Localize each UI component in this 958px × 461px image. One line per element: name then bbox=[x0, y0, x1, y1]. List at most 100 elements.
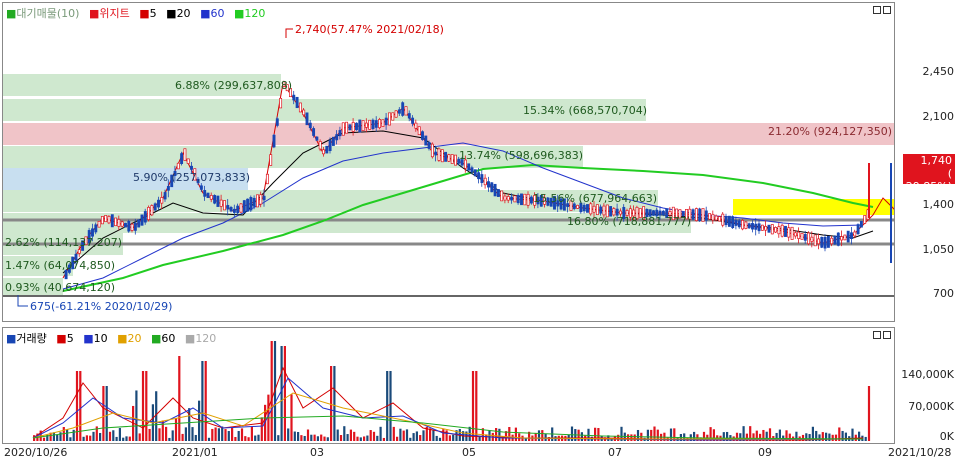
volume-bar bbox=[316, 436, 319, 441]
candle-body bbox=[232, 208, 236, 213]
volume-bar bbox=[297, 431, 300, 441]
candle-body bbox=[341, 122, 345, 136]
legend-ma60[interactable]: ■60 bbox=[200, 7, 227, 20]
vol-ma20-line bbox=[32, 392, 863, 440]
candle-body bbox=[582, 204, 586, 212]
volume-bar bbox=[630, 434, 633, 441]
legend-stoch[interactable]: ■위지트 bbox=[89, 7, 133, 20]
volume-bar bbox=[145, 371, 148, 441]
candle-body bbox=[526, 193, 530, 206]
candle-body bbox=[770, 224, 774, 235]
volume-bar bbox=[326, 437, 329, 441]
volume-tick: 0K bbox=[939, 430, 954, 443]
volume-bar bbox=[201, 361, 204, 441]
low-annotation: 675(-61.21% 2020/10/29) bbox=[30, 300, 172, 313]
volume-bar bbox=[283, 346, 286, 441]
volume-chart-pane[interactable]: ■거래량 ■5 ■10 ■20 ■60 ■120 bbox=[2, 327, 895, 444]
candle-body bbox=[394, 110, 398, 118]
candle-body bbox=[704, 210, 708, 221]
candle-body bbox=[760, 224, 764, 231]
vol-ma60-line bbox=[32, 415, 864, 440]
candle-body bbox=[496, 189, 500, 197]
volume-bar bbox=[471, 371, 475, 441]
volume-bar bbox=[158, 428, 161, 441]
volume-bar bbox=[432, 430, 435, 441]
candle-body bbox=[272, 134, 276, 148]
candle-body bbox=[355, 122, 358, 131]
candle-body bbox=[137, 219, 141, 228]
candle-body bbox=[830, 237, 834, 245]
volume-bar bbox=[818, 434, 821, 441]
volume-bar bbox=[478, 436, 481, 441]
candle-body bbox=[397, 109, 401, 114]
candle-body bbox=[741, 220, 745, 230]
volume-bar bbox=[363, 436, 366, 441]
candle-body bbox=[308, 122, 312, 129]
volume-bar bbox=[82, 436, 85, 441]
legend-vol-ma20[interactable]: ■20 bbox=[117, 332, 144, 345]
candle-body bbox=[239, 203, 243, 213]
candle-body bbox=[694, 208, 698, 221]
volume-bar bbox=[359, 437, 362, 441]
legend-volume[interactable]: ■거래량 bbox=[6, 332, 50, 345]
volume-bar bbox=[356, 436, 359, 441]
candle-body bbox=[183, 148, 187, 161]
price-axis: 2,450 2,100 1,400 1,050 700 1,740 ( 29.8… bbox=[895, 2, 958, 322]
candle-body bbox=[256, 194, 259, 208]
volume-bar bbox=[412, 433, 415, 441]
volume-bar bbox=[825, 432, 828, 441]
legend-ma5[interactable]: ■5 bbox=[139, 7, 159, 20]
candle-body bbox=[361, 120, 365, 132]
candle-body bbox=[378, 119, 382, 129]
volume-bar bbox=[508, 427, 511, 441]
volume-bar bbox=[165, 426, 168, 441]
candle-body bbox=[104, 215, 108, 223]
volume-bar bbox=[415, 431, 418, 441]
volume-bar bbox=[141, 371, 145, 441]
candle-body bbox=[807, 232, 811, 245]
volume-bar bbox=[864, 436, 867, 441]
volume-bar bbox=[438, 437, 442, 441]
volume-bar bbox=[135, 390, 138, 441]
date-tick: 07 bbox=[608, 446, 622, 459]
candle-body bbox=[371, 119, 375, 130]
candle-body bbox=[586, 204, 589, 213]
volume-bar bbox=[320, 434, 323, 441]
legend-vol-ma5[interactable]: ■5 bbox=[56, 332, 76, 345]
legend-vol-ma60[interactable]: ■60 bbox=[151, 332, 178, 345]
candle-body bbox=[236, 205, 240, 214]
price-chart-pane[interactable]: ■대기매물(10) ■위지트 ■5 ■20 ■60 ■120 2,740(57.… bbox=[2, 2, 895, 322]
high-annotation: 2,740(57.47% 2021/02/18) bbox=[295, 23, 444, 36]
volume-bar bbox=[115, 436, 118, 441]
candle-body bbox=[338, 130, 342, 137]
volume-bar bbox=[442, 429, 445, 441]
volume-bar bbox=[168, 437, 171, 441]
candle-body bbox=[447, 154, 451, 162]
candle-body bbox=[358, 119, 362, 133]
volume-bar bbox=[369, 430, 372, 441]
legend-vol-ma10[interactable]: ■10 bbox=[83, 332, 110, 345]
candle-body bbox=[440, 149, 444, 163]
candle-body bbox=[787, 227, 791, 238]
candle-body bbox=[764, 225, 768, 231]
legend-supply[interactable]: ■대기매물(10) bbox=[6, 7, 82, 20]
supply-band-label: 21.20% (924,127,350) bbox=[768, 125, 892, 138]
candle-body bbox=[223, 200, 226, 211]
candle-body bbox=[470, 167, 474, 173]
volume-bar bbox=[534, 432, 537, 441]
legend-ma20[interactable]: ■20 bbox=[166, 7, 193, 20]
volume-bar bbox=[122, 437, 125, 441]
candle-body bbox=[836, 232, 840, 246]
candle-body bbox=[335, 134, 339, 141]
supply-band-label: 2.62% (114,137,207) bbox=[5, 236, 122, 249]
legend-vol-ma120[interactable]: ■120 bbox=[185, 332, 219, 345]
volume-bar bbox=[435, 435, 438, 441]
candle-body bbox=[206, 192, 210, 199]
volume-bar bbox=[75, 371, 79, 441]
candle-body bbox=[153, 203, 157, 211]
legend-ma120[interactable]: ■120 bbox=[234, 7, 268, 20]
volume-bar bbox=[448, 435, 451, 441]
price-chart-canvas[interactable]: 2,740(57.47% 2021/02/18) 675(-61.21% 202… bbox=[3, 3, 894, 321]
candle-body bbox=[747, 223, 751, 229]
candle-body bbox=[708, 213, 712, 220]
